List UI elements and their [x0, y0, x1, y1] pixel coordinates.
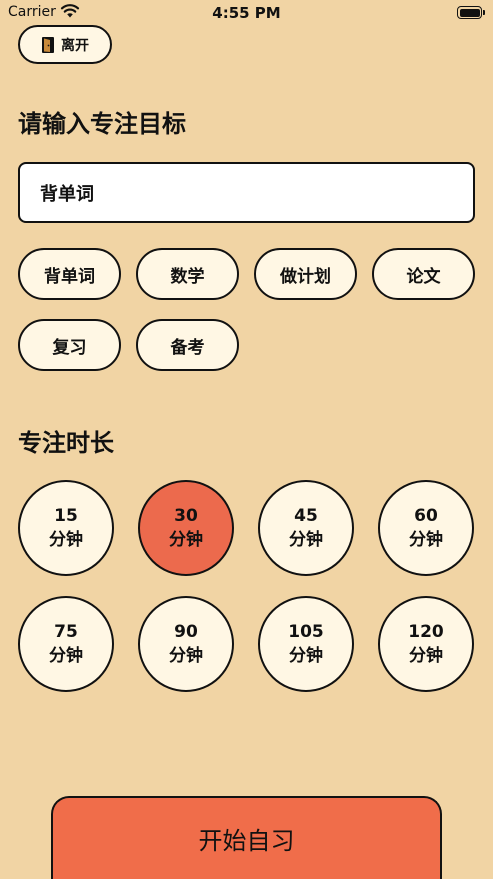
duration-unit: 分钟 [409, 530, 443, 550]
duration-value: 75 [54, 622, 78, 642]
duration-unit: 分钟 [289, 530, 323, 550]
preset-chip-exam-prep[interactable]: 备考 [136, 319, 239, 371]
leave-button-label: 离开 [61, 37, 89, 54]
focus-setup-screen: Carrier 4:55 PM 离开 请输入专注目标 背单词 数学 做计划 论文… [0, 0, 493, 879]
duration-value: 90 [174, 622, 198, 642]
duration-unit: 分钟 [289, 646, 323, 666]
start-study-button[interactable]: 开始自习 [51, 796, 442, 879]
preset-chip-plan[interactable]: 做计划 [254, 248, 357, 300]
duration-unit: 分钟 [169, 646, 203, 666]
preset-chip-thesis[interactable]: 论文 [372, 248, 475, 300]
duration-value: 30 [174, 506, 198, 526]
goal-title: 请输入专注目标 [18, 110, 186, 138]
duration-value: 15 [54, 506, 78, 526]
duration-option-15[interactable]: 15 分钟 [18, 480, 114, 576]
duration-title: 专注时长 [18, 429, 114, 457]
goal-input[interactable] [18, 162, 475, 223]
preset-chip-review[interactable]: 复习 [18, 319, 121, 371]
door-icon [42, 36, 54, 53]
duration-unit: 分钟 [49, 646, 83, 666]
duration-option-90[interactable]: 90 分钟 [138, 596, 234, 692]
battery-icon [457, 6, 485, 19]
preset-chip-math[interactable]: 数学 [136, 248, 239, 300]
duration-value: 105 [288, 622, 324, 642]
duration-option-60[interactable]: 60 分钟 [378, 480, 474, 576]
preset-chip-vocab[interactable]: 背单词 [18, 248, 121, 300]
duration-option-105[interactable]: 105 分钟 [258, 596, 354, 692]
duration-option-45[interactable]: 45 分钟 [258, 480, 354, 576]
duration-unit: 分钟 [49, 530, 83, 550]
status-bar: Carrier 4:55 PM [0, 0, 493, 26]
status-time: 4:55 PM [212, 4, 281, 22]
duration-value: 120 [408, 622, 444, 642]
duration-option-120[interactable]: 120 分钟 [378, 596, 474, 692]
duration-value: 60 [414, 506, 438, 526]
duration-option-75[interactable]: 75 分钟 [18, 596, 114, 692]
duration-option-30[interactable]: 30 分钟 [138, 480, 234, 576]
duration-unit: 分钟 [409, 646, 443, 666]
leave-button[interactable]: 离开 [18, 25, 112, 64]
duration-unit: 分钟 [169, 530, 203, 550]
duration-value: 45 [294, 506, 318, 526]
